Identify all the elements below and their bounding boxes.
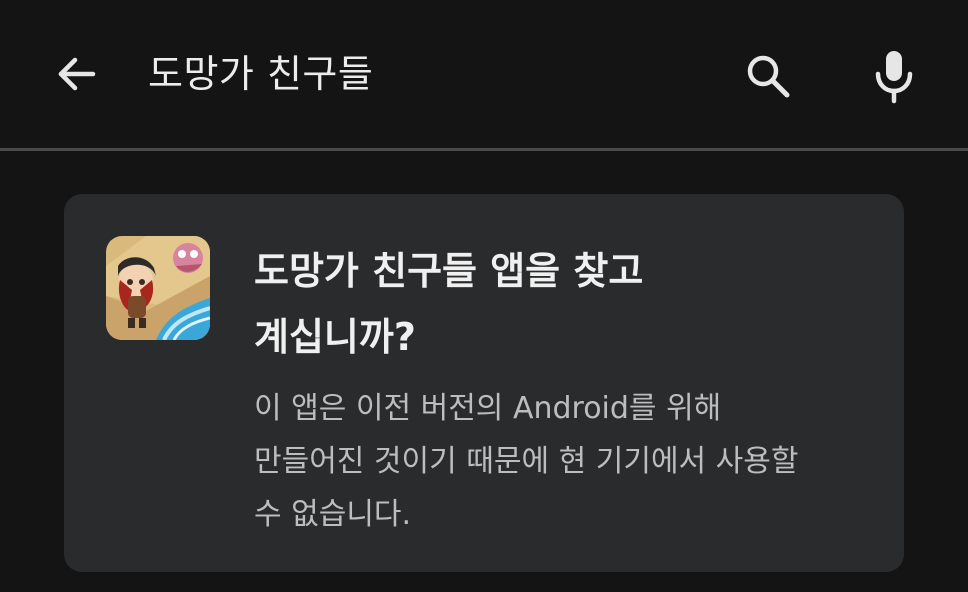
- app-suggestion-card: 도망가 친구들 앱을 찾고 계십니까? 이 앱은 이전 버전의 Android를…: [64, 194, 904, 572]
- card-title: 도망가 친구들 앱을 찾고 계십니까?: [254, 249, 644, 359]
- voice-search-button[interactable]: [858, 40, 930, 112]
- game-app-icon[interactable]: [106, 236, 210, 340]
- mic-icon: [875, 51, 913, 104]
- back-button[interactable]: [44, 42, 108, 106]
- card-description: 이 앱은 이전 버전의 Android를 위해 만들어진 것이기 때문에 현 기…: [254, 391, 799, 532]
- divider: [0, 148, 968, 151]
- arrow-back-icon: [58, 57, 96, 91]
- search-icon: [747, 55, 790, 98]
- search-bar: 도망가 친구들: [0, 0, 968, 148]
- search-input[interactable]: 도망가 친구들: [148, 44, 373, 104]
- search-button[interactable]: [734, 42, 802, 110]
